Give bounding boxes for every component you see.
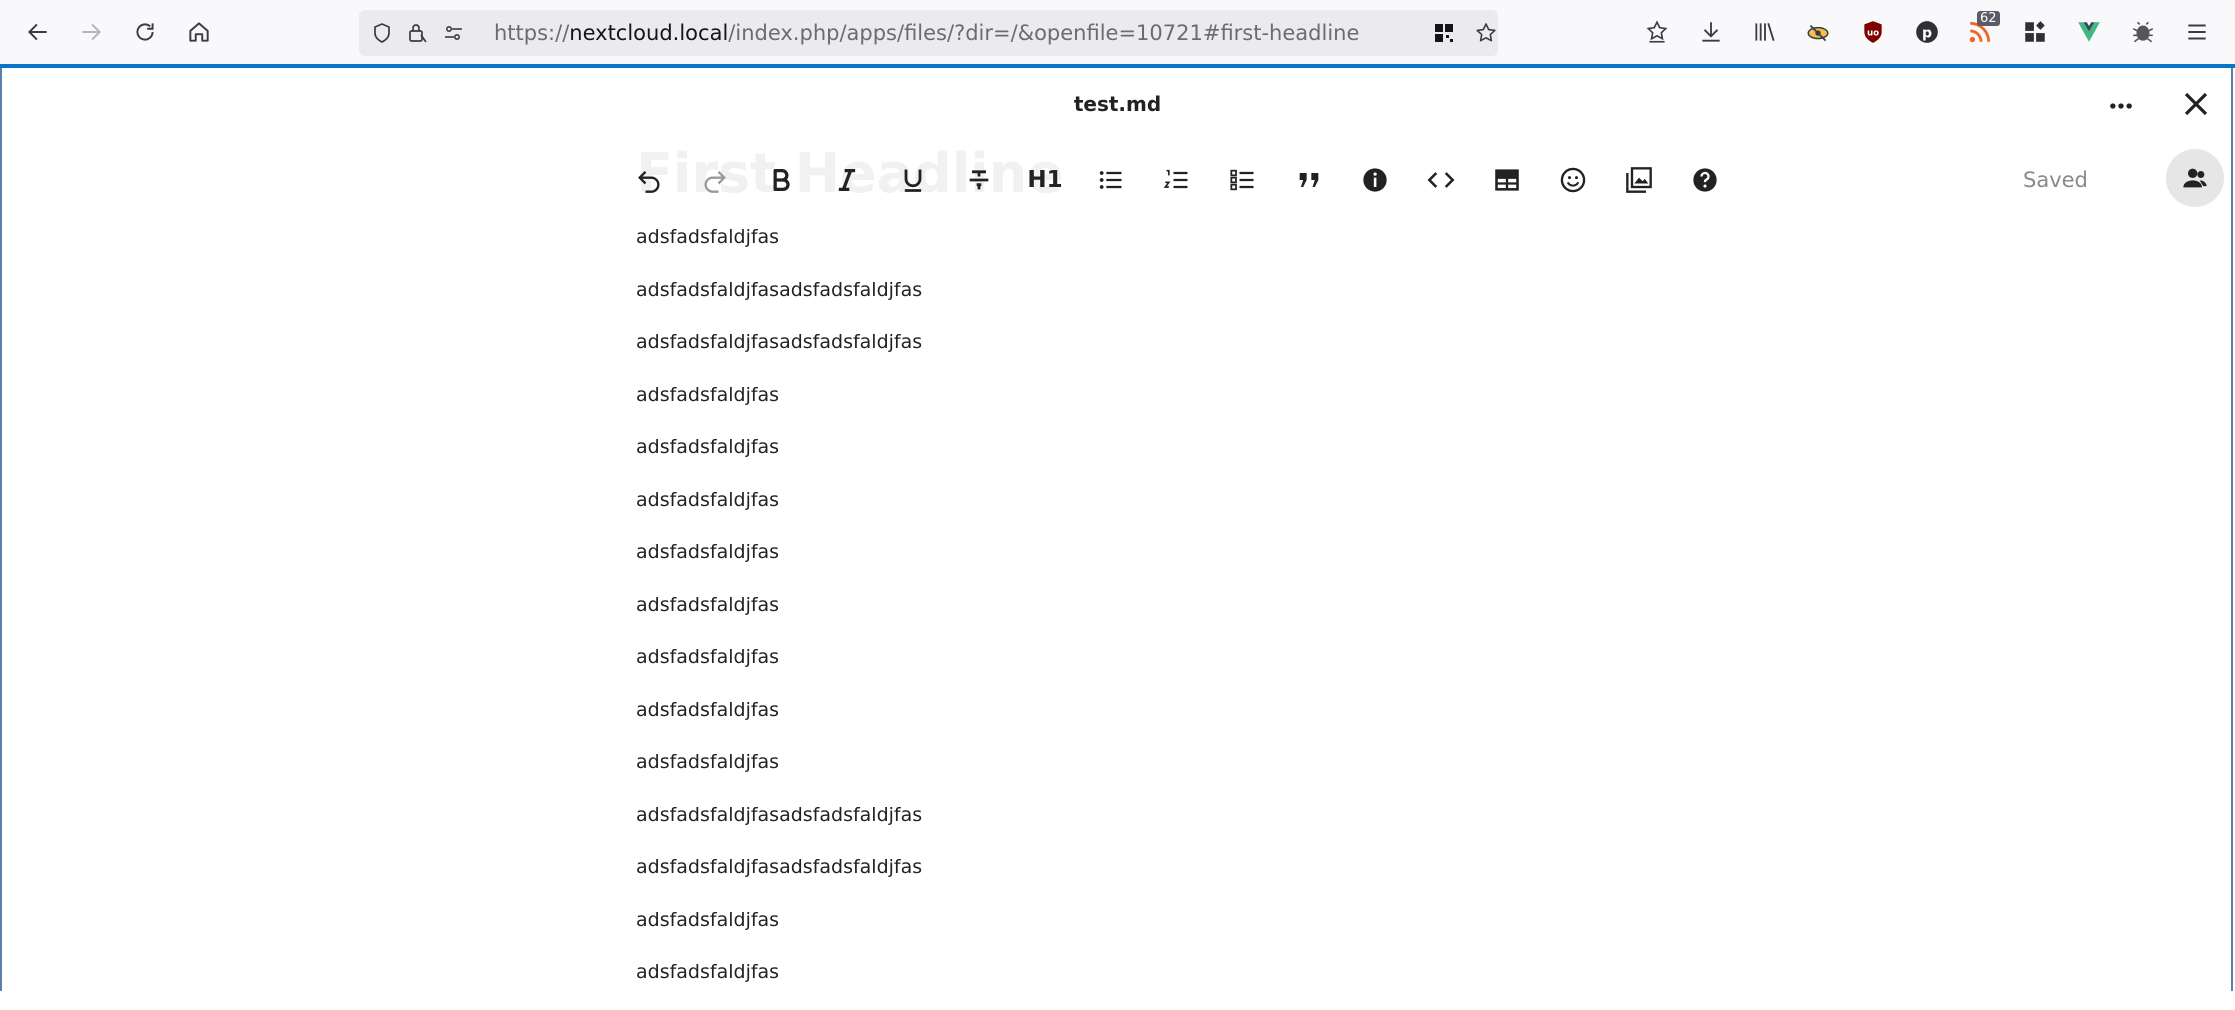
paragraph[interactable]: adsfadsfaldjfas bbox=[636, 642, 922, 695]
paragraph[interactable]: adsfadsfaldjfas bbox=[636, 380, 922, 433]
paragraph[interactable]: adsfadsfaldjfas bbox=[636, 222, 922, 275]
bookmark-star-icon[interactable] bbox=[1474, 21, 1498, 45]
rss-feed-icon[interactable]: 62 bbox=[1963, 11, 2000, 49]
forward-button[interactable] bbox=[73, 14, 109, 50]
insert-image-button[interactable] bbox=[1619, 160, 1659, 200]
url-text[interactable]: https://nextcloud.local/index.php/apps/f… bbox=[494, 20, 1359, 46]
close-icon bbox=[2184, 92, 2208, 116]
downloads-icon[interactable] bbox=[1694, 15, 1728, 49]
url-path: /index.php/apps/files/?dir=/&openfile=10… bbox=[728, 21, 1360, 45]
hamburger-menu-icon[interactable] bbox=[2180, 15, 2214, 49]
close-viewer-button[interactable] bbox=[2178, 86, 2214, 122]
paragraph[interactable]: adsfadsfaldjfasadsfadsfaldjfas bbox=[636, 800, 922, 853]
bullet-list-button[interactable] bbox=[1091, 160, 1131, 200]
url-bar[interactable]: https://nextcloud.local/index.php/apps/f… bbox=[359, 10, 1498, 56]
help-button[interactable] bbox=[1685, 160, 1725, 200]
image-icon bbox=[1626, 167, 1652, 193]
forward-arrow-icon bbox=[82, 23, 102, 41]
back-button[interactable] bbox=[20, 14, 56, 50]
table-icon bbox=[1495, 169, 1519, 191]
insecure-lock-icon[interactable] bbox=[405, 21, 429, 45]
reload-button[interactable] bbox=[127, 14, 163, 50]
more-actions-button[interactable] bbox=[2103, 88, 2139, 124]
italic-button[interactable] bbox=[827, 160, 867, 200]
heading-button[interactable]: H1 bbox=[1025, 160, 1065, 200]
svg-text:uo: uo bbox=[1867, 28, 1879, 38]
checklist-icon bbox=[1230, 169, 1254, 191]
url-host: nextcloud.local bbox=[569, 21, 729, 45]
home-icon bbox=[189, 22, 209, 42]
pinboard-icon[interactable]: p bbox=[1910, 15, 1944, 49]
code-icon bbox=[1427, 172, 1455, 188]
paragraph[interactable]: adsfadsfaldjfas bbox=[636, 905, 922, 958]
undo-icon bbox=[638, 171, 660, 193]
underline-icon bbox=[904, 169, 922, 192]
code-block-button[interactable] bbox=[1421, 160, 1461, 200]
redo-icon bbox=[704, 171, 726, 193]
rss-count-badge: 62 bbox=[1977, 11, 2000, 26]
info-icon bbox=[1363, 168, 1387, 192]
paragraph[interactable]: adsfadsfaldjfas bbox=[636, 432, 922, 485]
extensions-grid-icon[interactable] bbox=[2018, 15, 2052, 49]
library-icon[interactable] bbox=[1748, 15, 1782, 49]
back-arrow-icon bbox=[27, 23, 47, 41]
svg-text:p: p bbox=[1922, 25, 1932, 41]
italic-icon bbox=[838, 169, 856, 191]
permissions-icon[interactable] bbox=[442, 21, 466, 45]
browser-toolbar: https://nextcloud.local/index.php/apps/f… bbox=[0, 0, 2235, 65]
extension-eye-icon[interactable] bbox=[1801, 15, 1835, 49]
home-button[interactable] bbox=[181, 14, 217, 50]
file-title: test.md bbox=[1073, 92, 1162, 116]
file-viewer-modal bbox=[0, 68, 2233, 991]
redo-button[interactable] bbox=[695, 160, 735, 200]
paragraph[interactable]: adsfadsfaldjfasadsfadsfaldjfas bbox=[636, 275, 922, 328]
sessions-button[interactable] bbox=[2166, 149, 2224, 207]
bold-button[interactable] bbox=[761, 160, 801, 200]
emoji-button[interactable] bbox=[1553, 160, 1593, 200]
paragraph[interactable]: adsfadsfaldjfas bbox=[636, 747, 922, 800]
bug-icon[interactable] bbox=[2126, 15, 2160, 49]
paragraph[interactable]: adsfadsfaldjfas bbox=[636, 537, 922, 590]
pocket-icon[interactable] bbox=[1640, 15, 1674, 49]
paragraph[interactable]: adsfadsfaldjfas bbox=[636, 485, 922, 538]
paragraph[interactable]: adsfadsfaldjfas bbox=[636, 695, 922, 748]
task-list-button[interactable] bbox=[1223, 160, 1263, 200]
paragraph[interactable]: adsfadsfaldjfas bbox=[636, 957, 922, 1010]
help-icon bbox=[1693, 168, 1717, 192]
bullet-list-icon bbox=[1099, 171, 1122, 189]
strikethrough-icon bbox=[969, 170, 989, 190]
vue-devtools-icon[interactable] bbox=[2072, 15, 2106, 49]
undo-button[interactable] bbox=[629, 160, 669, 200]
emoji-icon bbox=[1560, 167, 1586, 193]
blockquote-button[interactable] bbox=[1289, 160, 1329, 200]
tracking-shield-icon[interactable] bbox=[370, 21, 394, 45]
ublock-origin-icon[interactable]: uo bbox=[1856, 15, 1890, 49]
url-prefix: https:// bbox=[494, 21, 570, 45]
save-status: Saved bbox=[2023, 168, 2088, 192]
qr-code-icon[interactable] bbox=[1432, 21, 1456, 45]
strikethrough-button[interactable] bbox=[959, 160, 999, 200]
paragraph[interactable]: adsfadsfaldjfas bbox=[636, 590, 922, 643]
document-content[interactable]: adsfadsfaldjfas adsfadsfaldjfasadsfadsfal… bbox=[636, 222, 922, 1010]
ordered-list-button[interactable] bbox=[1157, 160, 1197, 200]
underline-button[interactable] bbox=[893, 160, 933, 200]
users-icon bbox=[2183, 168, 2207, 188]
bold-icon bbox=[773, 169, 790, 191]
table-button[interactable] bbox=[1487, 160, 1527, 200]
ellipsis-icon bbox=[2110, 103, 2132, 109]
paragraph[interactable]: adsfadsfaldjfasadsfadsfaldjfas bbox=[636, 327, 922, 380]
callout-button[interactable] bbox=[1355, 160, 1395, 200]
paragraph[interactable]: adsfadsfaldjfasadsfadsfaldjfas bbox=[636, 852, 922, 905]
reload-icon bbox=[136, 23, 154, 41]
quote-icon bbox=[1299, 173, 1319, 187]
ordered-list-icon bbox=[1163, 169, 1188, 189]
